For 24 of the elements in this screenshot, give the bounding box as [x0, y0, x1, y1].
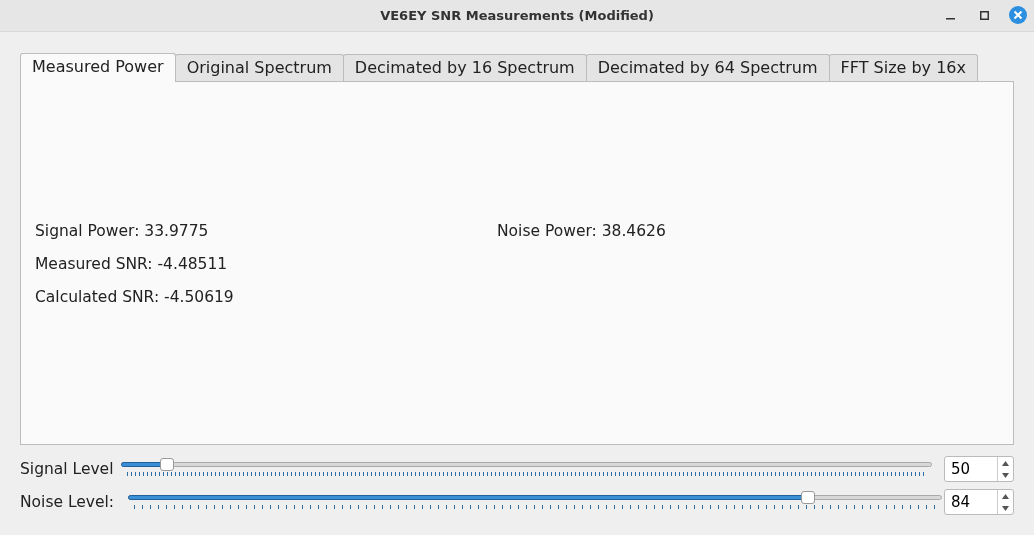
tab[interactable]: Measured Power	[20, 53, 176, 82]
spin-box[interactable]: 50	[944, 456, 1014, 483]
reading-label: Calculated SNR: -4.50619	[35, 287, 235, 308]
tab[interactable]: Decimated by 64 Spectrum	[585, 54, 830, 81]
up-arrow-icon	[1002, 493, 1009, 499]
down-arrow-icon	[1002, 472, 1009, 478]
reading-label: Measured SNR: -4.48511	[35, 254, 229, 275]
tab[interactable]: Decimated by 16 Spectrum	[342, 54, 587, 81]
reading-label: Signal Power: 33.9775	[35, 221, 210, 242]
slider-label: Noise Level:	[20, 491, 115, 513]
tab[interactable]: FFT Size by 16x	[828, 54, 978, 81]
maximize-icon	[979, 10, 989, 20]
number-field[interactable]: 84	[945, 490, 997, 515]
down-arrow-icon	[1002, 505, 1009, 511]
slider-label: Signal Level	[20, 458, 114, 480]
close-icon	[1009, 6, 1027, 24]
minimize-icon	[945, 17, 955, 20]
tab[interactable]: Original Spectrum	[174, 54, 344, 81]
spin-box[interactable]: 84	[944, 489, 1014, 516]
up-arrow-icon	[1002, 460, 1009, 466]
close-button[interactable]	[1008, 5, 1028, 25]
window-title: VE6EY SNR Measurements (Modified)	[380, 6, 654, 25]
number-field[interactable]: 50	[945, 457, 997, 482]
reading-label: Noise Power: 38.4626	[497, 221, 666, 242]
